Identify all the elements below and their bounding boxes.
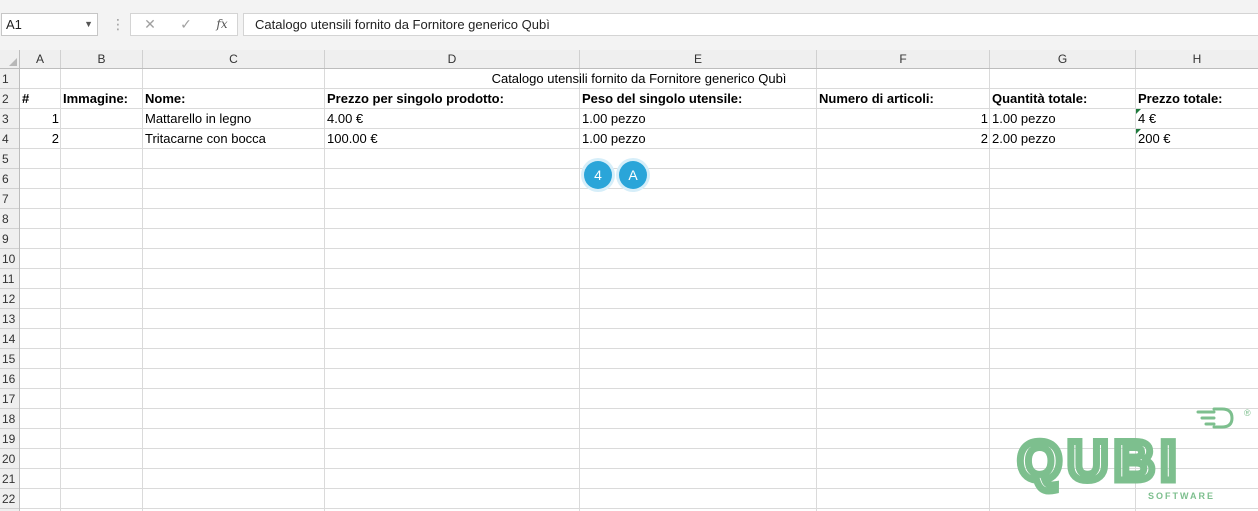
error-indicator-icon	[1136, 109, 1141, 114]
step-marker-letter: A	[619, 161, 647, 189]
row-header[interactable]: 19	[0, 429, 19, 449]
error-indicator-icon	[1136, 129, 1141, 134]
row-header[interactable]: 1	[0, 69, 19, 89]
row-gridline	[20, 348, 1258, 349]
table-cell[interactable]: 4.00 €	[325, 109, 580, 129]
row-header[interactable]: 16	[0, 369, 19, 389]
column-header-d[interactable]: D	[325, 50, 580, 68]
formula-input[interactable]: Catalogo utensili fornito da Fornitore g…	[243, 13, 1258, 36]
row-header[interactable]: 22	[0, 489, 19, 509]
insert-function-icon[interactable]: fx	[207, 14, 237, 35]
row-gridline	[20, 288, 1258, 289]
row-header[interactable]: 5	[0, 149, 19, 169]
row-header[interactable]: 6	[0, 169, 19, 189]
row-gridline	[20, 328, 1258, 329]
formula-bar: A1 ▼ ⋮ ✕ ✓ fx Catalogo utensili fornito …	[0, 0, 1258, 50]
name-box[interactable]: A1 ▼	[1, 13, 98, 36]
table-cell[interactable]: 2	[817, 129, 990, 149]
row-gridline	[20, 368, 1258, 369]
row-gridline	[20, 268, 1258, 269]
column-header-f[interactable]: F	[817, 50, 990, 68]
table-cell[interactable]: 1.00 pezzo	[580, 129, 817, 149]
name-box-value: A1	[6, 17, 22, 32]
row-header[interactable]: 9	[0, 229, 19, 249]
row-header[interactable]: 10	[0, 249, 19, 269]
column-header-b[interactable]: B	[61, 50, 143, 68]
header-item-count[interactable]: Numero di articoli:	[817, 89, 990, 109]
cell-value: 200 €	[1138, 131, 1171, 146]
select-all-corner[interactable]	[0, 50, 20, 68]
row-header[interactable]: 20	[0, 449, 19, 469]
column-header-e[interactable]: E	[580, 50, 817, 68]
row-gridline	[20, 228, 1258, 229]
row-header[interactable]: 15	[0, 349, 19, 369]
row-gridline	[20, 188, 1258, 189]
row-header[interactable]: 14	[0, 329, 19, 349]
step-marker-number: 4	[584, 161, 612, 189]
software-label: SOFTWARE	[1148, 491, 1215, 501]
table-cell[interactable]: 1	[817, 109, 990, 129]
row-gridline	[20, 388, 1258, 389]
row-header[interactable]: 11	[0, 269, 19, 289]
formula-buttons: ✕ ✓ fx	[130, 13, 238, 36]
row-gridline	[20, 308, 1258, 309]
table-cell[interactable]: 4 €	[1136, 109, 1258, 129]
qubi-logo: ® QUBI SOFTWARE	[1015, 404, 1256, 504]
formula-input-value: Catalogo utensili fornito da Fornitore g…	[255, 17, 550, 32]
row-gridline	[20, 208, 1258, 209]
row-header[interactable]: 17	[0, 389, 19, 409]
row-header[interactable]: 2	[0, 89, 19, 109]
header-unit-price[interactable]: Prezzo per singolo prodotto:	[325, 89, 580, 109]
column-headers: A B C D E F G H	[0, 50, 1258, 69]
qubi-logo-svg: ® QUBI SOFTWARE	[1015, 407, 1251, 501]
row-header[interactable]: 13	[0, 309, 19, 329]
row-header[interactable]: 12	[0, 289, 19, 309]
column-header-a[interactable]: A	[20, 50, 61, 68]
table-cell[interactable]: Tritacarne con bocca	[143, 129, 325, 149]
table-cell[interactable]: 2.00 pezzo	[990, 129, 1136, 149]
row-header[interactable]: 3	[0, 109, 19, 129]
header-unit-weight[interactable]: Peso del singolo utensile:	[580, 89, 817, 109]
table-cell[interactable]: 1	[20, 109, 61, 129]
column-header-h[interactable]: H	[1136, 50, 1258, 68]
cancel-icon[interactable]: ✕	[135, 14, 165, 35]
row-gridline	[20, 248, 1258, 249]
check-icon[interactable]: ✓	[171, 14, 201, 35]
table-cell[interactable]: 1.00 pezzo	[990, 109, 1136, 129]
header-image[interactable]: Immagine:	[61, 89, 143, 109]
row-header[interactable]: 18	[0, 409, 19, 429]
table-cell[interactable]: 1.00 pezzo	[580, 109, 817, 129]
header-total-price[interactable]: Prezzo totale:	[1136, 89, 1258, 109]
more-options-icon[interactable]: ⋮	[111, 16, 125, 32]
header-total-qty[interactable]: Quantità totale:	[990, 89, 1136, 109]
sheet-title[interactable]: Catalogo utensili fornito da Fornitore g…	[20, 69, 1258, 89]
table-cell[interactable]: 2	[20, 129, 61, 149]
table-cell[interactable]: 200 €	[1136, 129, 1258, 149]
header-num[interactable]: #	[20, 89, 61, 109]
row-header[interactable]: 7	[0, 189, 19, 209]
row-headers: 1 2 3 4 5 6 7 8 9 10 11 12 13 14 15 16 1…	[0, 69, 20, 511]
row-header[interactable]: 4	[0, 129, 19, 149]
column-header-g[interactable]: G	[990, 50, 1136, 68]
table-cell[interactable]: Mattarello in legno	[143, 109, 325, 129]
qubi-wordmark: QUBI	[1018, 429, 1182, 492]
row-gridline	[20, 508, 1258, 509]
table-cell[interactable]: 100.00 €	[325, 129, 580, 149]
registered-mark: ®	[1244, 408, 1251, 418]
row-header[interactable]: 21	[0, 469, 19, 489]
row-header[interactable]: 8	[0, 209, 19, 229]
header-name[interactable]: Nome:	[143, 89, 325, 109]
column-header-c[interactable]: C	[143, 50, 325, 68]
chevron-down-icon[interactable]: ▼	[84, 14, 93, 35]
corner-triangle-icon	[9, 58, 17, 66]
